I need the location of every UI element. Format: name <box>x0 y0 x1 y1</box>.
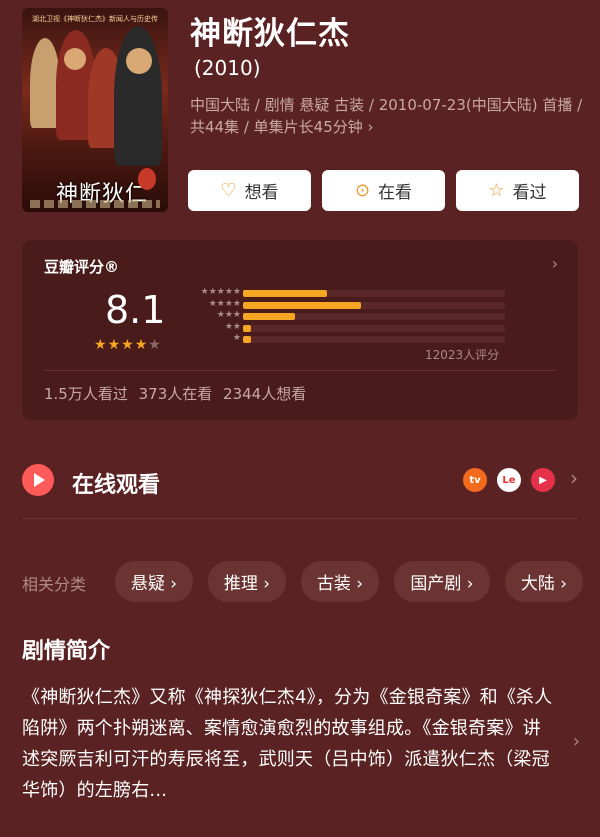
rating-stats: 1.5万人看过 373人在看 2344人想看 <box>44 385 307 403</box>
letv-icon[interactable]: Le <box>497 468 521 492</box>
rating-bar-track <box>243 301 505 309</box>
tag-domestic-drama[interactable]: 国产剧 › <box>394 561 490 602</box>
star-icon: ★ <box>107 337 122 353</box>
rating-bar-fill <box>243 301 361 309</box>
tag-mystery[interactable]: 推理 › <box>208 561 286 602</box>
watching-button[interactable]: ⊙ 在看 <box>322 170 445 211</box>
tag-mainland[interactable]: 大陆 › <box>505 561 583 602</box>
tag-costume[interactable]: 古装 › <box>301 561 379 602</box>
rating-bar-track <box>243 290 505 297</box>
rating-bar-track <box>243 336 505 343</box>
rating-bar-fill <box>243 290 327 297</box>
tags-label: 相关分类 <box>22 575 87 594</box>
rating-bar-stars: ★★ <box>224 321 241 332</box>
star-icon: ★ <box>148 337 162 353</box>
mango-tv-icon[interactable]: tv <box>463 468 487 492</box>
poster-image[interactable]: 湖北卫视《神断狄仁杰》新闻人与历史传奇 神断狄仁傑 <box>22 8 168 212</box>
play-icon <box>22 464 54 496</box>
poster-face <box>126 48 152 74</box>
tencent-video-icon[interactable]: ▶ <box>531 468 555 492</box>
synopsis-title: 剧情简介 <box>22 639 111 664</box>
online-watch-row[interactable]: 在线观看 tv Le ▶ › <box>22 462 578 502</box>
poster-face <box>64 48 86 70</box>
show-year: (2010) <box>194 56 261 80</box>
poster-top-text: 湖北卫视《神断狄仁杰》新闻人与历史传奇 <box>32 15 158 23</box>
chevron-right-icon[interactable]: › <box>570 466 578 490</box>
synopsis-text[interactable]: 《神断狄仁杰》又称《神探狄仁杰4》，分为《金银奇案》和《杀人陷阱》两个扑朔迷离、… <box>22 682 558 806</box>
chevron-right-icon[interactable]: › <box>552 254 558 273</box>
target-icon: ⊙ <box>354 180 371 201</box>
rating-bar-stars: ★★★ <box>216 310 241 320</box>
rating-label: 豆瓣评分® <box>44 258 120 276</box>
chevron-right-icon[interactable]: › <box>573 731 580 752</box>
tag-suspense[interactable]: 悬疑 › <box>115 561 193 602</box>
want-button[interactable]: ♡ 想看 <box>188 170 311 211</box>
rating-stars: ★★★★★ <box>94 337 162 353</box>
show-title: 神断狄仁杰 <box>190 16 350 52</box>
divider <box>44 370 556 371</box>
rating-bar-track <box>243 324 505 332</box>
star-icon: ☆ <box>488 180 505 201</box>
rating-bar-stars: ★ <box>232 333 241 343</box>
watched-button[interactable]: ☆ 看过 <box>456 170 579 211</box>
watching-label: 在看 <box>378 183 413 203</box>
rating-count: 12023人评分 <box>425 348 500 362</box>
heart-plus-icon: ♡ <box>220 180 237 201</box>
rating-bar-fill <box>243 324 251 332</box>
rating-bar-track <box>243 313 505 320</box>
star-icon: ★ <box>94 337 108 353</box>
star-icon: ★ <box>134 337 149 353</box>
poster-seal <box>138 168 156 190</box>
rating-bar-fill <box>243 313 296 320</box>
poster-credits <box>30 200 160 208</box>
star-icon: ★ <box>121 337 135 353</box>
poster-figure <box>114 26 162 166</box>
watched-label: 看过 <box>512 183 547 203</box>
divider <box>22 518 578 519</box>
rating-card[interactable]: 豆瓣评分® › 8.1 ★★★★★ ★★★★★ ★★★★ ★★★ ★★ ★ 12023人… <box>22 240 578 420</box>
want-label: 想看 <box>244 183 279 203</box>
rating-bar-fill <box>243 336 251 343</box>
rating-bar-stars: ★★★★★ <box>200 287 241 297</box>
show-meta[interactable]: 中国大陆 / 剧情 悬疑 古装 / 2010-07-23(中国大陆) 首播 / … <box>190 94 586 138</box>
online-watch-label: 在线观看 <box>72 473 161 498</box>
rating-score: 8.1 <box>105 288 166 332</box>
rating-bar-stars: ★★★★ <box>208 298 241 309</box>
